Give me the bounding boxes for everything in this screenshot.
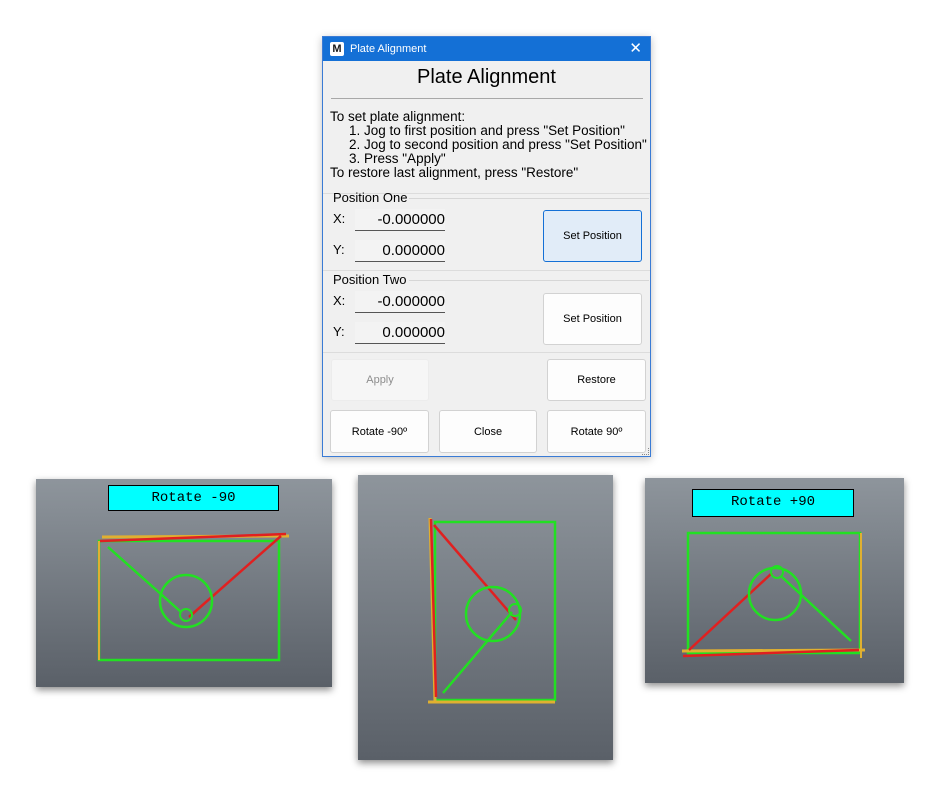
alignment-line — [433, 524, 517, 621]
apply-button[interactable]: Apply — [331, 359, 429, 401]
instructions-step-2: 2. Jog to second position and press "Set… — [349, 137, 647, 152]
rotate-plus-90-button[interactable]: Rotate 90º — [547, 410, 646, 453]
current-orientation-drawing — [428, 517, 557, 704]
position-one-y-value: 0.000000 — [382, 242, 445, 259]
position-one-frame — [409, 198, 649, 199]
plate-outline — [686, 531, 862, 655]
instructions-restore: To restore last alignment, press "Restor… — [330, 165, 579, 180]
position-two-y-field[interactable]: 0.000000 — [355, 322, 445, 344]
position-two-y-value: 0.000000 — [382, 324, 445, 341]
title-divider — [331, 98, 643, 99]
rotate-minus-90-preview: Rotate -90 — [36, 479, 332, 687]
group-divider — [323, 352, 650, 353]
position-one-x-field[interactable]: -0.000000 — [355, 209, 445, 231]
position-two-x-value: -0.000000 — [377, 293, 445, 310]
window-title: Plate Alignment — [350, 43, 427, 55]
position-two-title: Position Two — [333, 272, 407, 287]
instructions-step-3: 3. Press "Apply" — [349, 151, 446, 166]
alignment-line — [688, 572, 773, 651]
plate-outline — [97, 539, 281, 662]
position-one-y-field[interactable]: 0.000000 — [355, 240, 445, 262]
rotate-minus-90-button[interactable]: Rotate -90º — [330, 410, 429, 453]
rotate-minus-90-label: Rotate -90 — [108, 485, 279, 511]
group-divider — [323, 270, 650, 271]
resize-grip-icon[interactable] — [642, 448, 649, 455]
rotate-plus-90-label: Rotate +90 — [692, 489, 854, 517]
position-two-x-label: X: — [333, 293, 346, 308]
position-one-x-label: X: — [333, 211, 346, 226]
app-logo-icon: M — [330, 42, 344, 56]
instructions-step-1: 1. Jog to first position and press "Set … — [349, 123, 625, 138]
position-two-y-label: Y: — [333, 324, 345, 339]
position-one-set-button[interactable]: Set Position — [543, 210, 642, 262]
title-bar[interactable]: M Plate Alignment ✕ — [323, 37, 650, 61]
reference-line — [781, 576, 852, 642]
position-two-x-field[interactable]: -0.000000 — [355, 291, 445, 313]
close-button[interactable]: Close — [439, 410, 537, 453]
instructions-intro: To set plate alignment: — [330, 109, 466, 124]
rotate-plus-90-preview: Rotate +90 — [645, 478, 904, 683]
close-icon[interactable]: ✕ — [629, 40, 642, 57]
position-two-frame — [409, 280, 649, 281]
position-one-y-label: Y: — [333, 242, 345, 257]
position-one-x-value: -0.000000 — [377, 211, 445, 228]
target-circle — [747, 566, 803, 622]
plate-alignment-dialog: M Plate Alignment ✕ Plate Alignment To s… — [322, 36, 651, 457]
restore-button[interactable]: Restore — [547, 359, 646, 401]
position-one-title: Position One — [333, 190, 408, 205]
current-orientation-preview — [358, 475, 613, 760]
reference-line — [442, 611, 513, 694]
position-two-set-button[interactable]: Set Position — [543, 293, 642, 345]
page-title: Plate Alignment — [417, 66, 556, 88]
alignment-line — [188, 535, 282, 618]
instructions: To set plate alignment: 1. Jog to first … — [330, 110, 647, 180]
